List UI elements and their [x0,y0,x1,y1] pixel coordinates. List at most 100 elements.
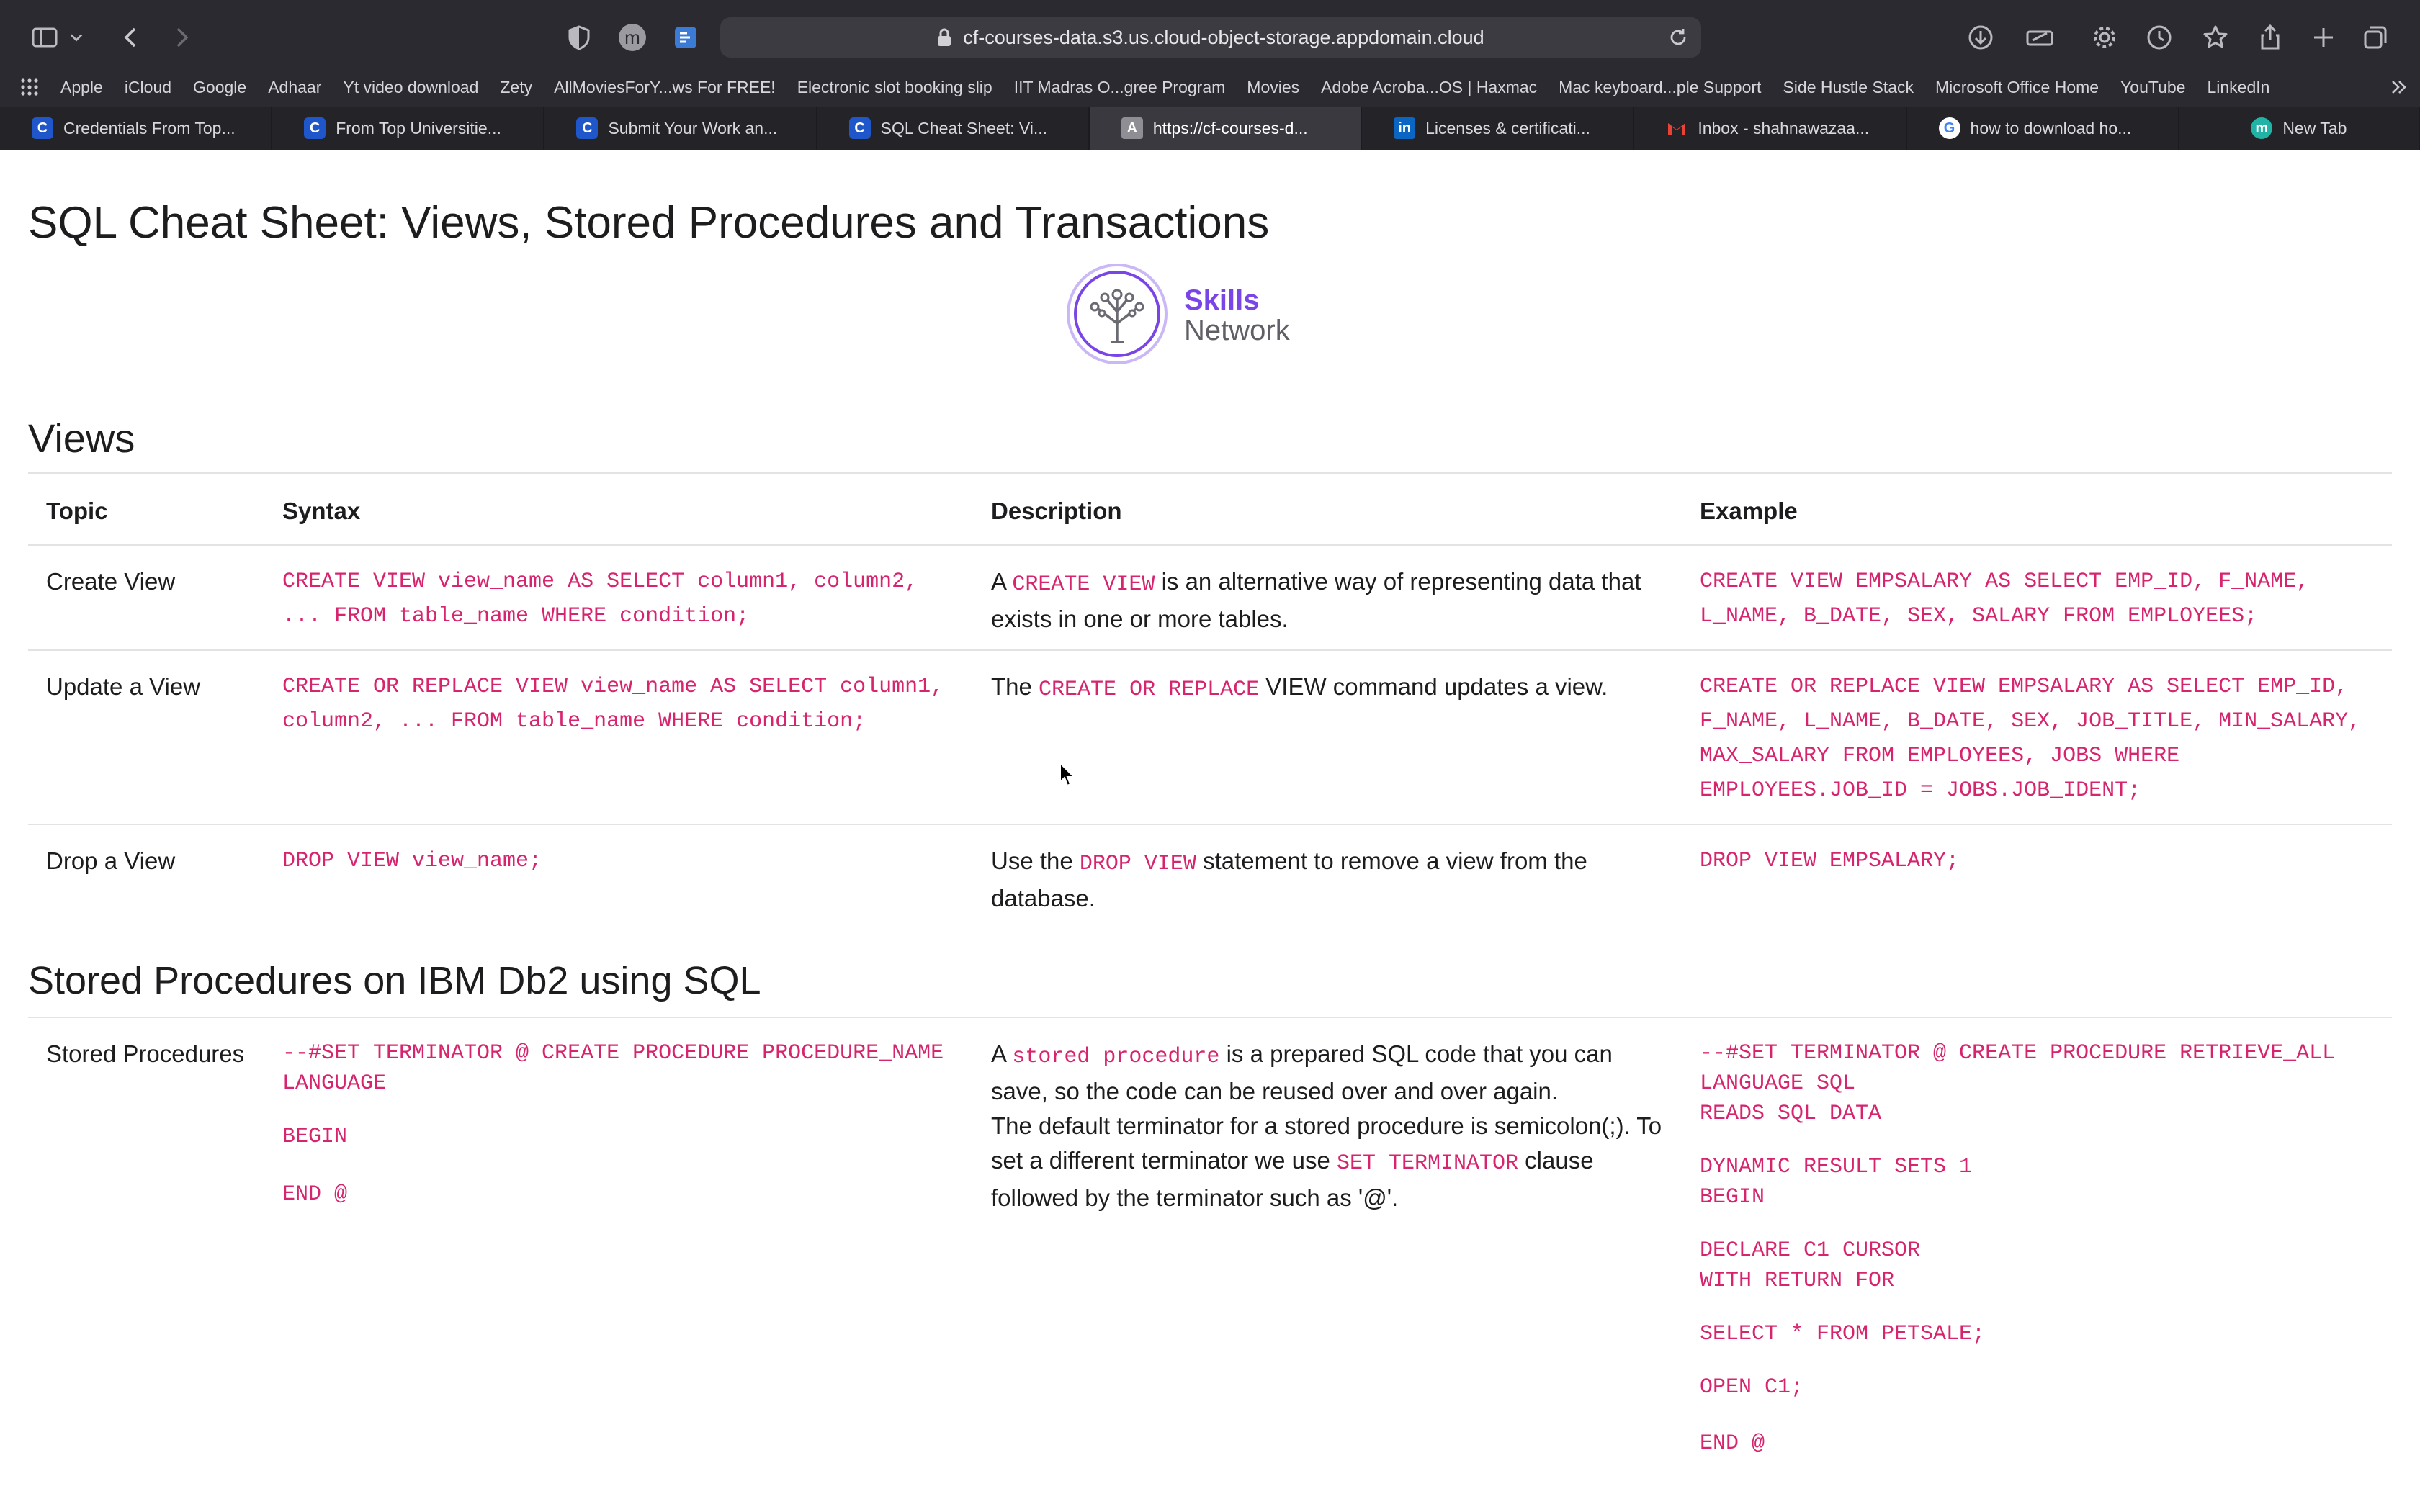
share-icon[interactable] [2251,19,2289,56]
bookmark-yt-video-download[interactable]: Yt video download [343,78,478,97]
chevron-double-right-icon[interactable] [2388,76,2410,98]
address-bar[interactable]: cf-courses-data.s3.us.cloud-object-stora… [720,17,1701,58]
description-paragraph: The default terminator for a stored proc… [991,1109,1675,1215]
description-paragraph: A stored procedure is a prepared SQL cod… [991,1037,1675,1109]
topic-cell: Drop a View [46,847,176,874]
lock-icon [938,28,951,46]
speedometer-icon[interactable] [2021,19,2058,56]
tab-label: https://cf-courses-d... [1152,118,1308,138]
bookmark-iit-madras[interactable]: IIT Madras O...gree Program [1014,78,1226,97]
table-row-divider [28,544,2392,546]
bookmark-electronic-slot[interactable]: Electronic slot booking slip [797,78,992,97]
tab-sql-cheat-sheet[interactable]: C SQL Cheat Sheet: Vi... [817,107,1090,150]
sidebar-toggle-icon[interactable] [26,19,63,56]
tab-submit-work[interactable]: C Submit Your Work an... [544,107,817,150]
bookmark-adobe[interactable]: Adobe Acroba...OS | Haxmac [1321,78,1537,97]
mouse-cursor-icon [1059,762,1076,787]
tab-label: how to download ho... [1970,118,2132,138]
tab-linkedin-licenses[interactable]: in Licenses & certificati... [1362,107,1635,150]
tab-credentials[interactable]: C Credentials From Top... [0,107,273,150]
gear-icon[interactable] [2086,19,2123,56]
apps-grid-icon[interactable] [20,78,39,96]
browser-toolbar: m cf-courses-data.s3.us.cloud-object-sto… [0,0,2420,75]
extension-icon[interactable] [667,19,704,56]
code-line: BEGIN [1700,1185,1765,1210]
topic-cell: Stored Procedures [46,1040,245,1067]
code-line: END @ [282,1182,348,1207]
tab-top-universities[interactable]: C From Top Universitie... [272,107,545,150]
back-icon[interactable] [112,19,150,56]
code-line: END @ [1700,1431,1765,1456]
tab-label: New Tab [2282,118,2347,138]
google-icon: G [1938,117,1960,139]
downloads-icon[interactable] [1962,19,1999,56]
bookmark-movies[interactable]: Movies [1247,78,1299,97]
bookmark-google[interactable]: Google [193,78,246,97]
new-tab-icon: m [2251,117,2273,139]
bookmark-youtube[interactable]: YouTube [2120,78,2185,97]
tab-label: SQL Cheat Sheet: Vi... [880,118,1048,138]
section-heading-stored-procedures: Stored Procedures on IBM Db2 using SQL [28,959,761,1002]
tab-strip: C Credentials From Top... C From Top Unive… [0,107,2420,150]
inline-code: SET TERMINATOR [1336,1151,1519,1176]
code-line: READS SQL DATA [1700,1102,1882,1126]
logo-text-skills: Skills [1184,284,1260,316]
coursera-icon: C [32,117,53,139]
url-text: cf-courses-data.s3.us.cloud-object-stora… [963,26,1484,48]
page-content: SQL Cheat Sheet: Views, Stored Procedure… [0,150,2420,1512]
linkedin-icon: in [1394,117,1416,139]
coursera-icon: C [848,117,871,139]
bookmark-linkedin[interactable]: LinkedIn [2207,78,2269,97]
tab-overview-icon[interactable] [2357,19,2394,56]
bookmark-side-hustle[interactable]: Side Hustle Stack [1783,78,1914,97]
example-cell: DROP VIEW EMPSALARY; [1700,849,1960,873]
profile-avatar[interactable]: m [614,19,651,56]
code-line: --#SET TERMINATOR @ CREATE PROCEDURE PRO… [282,1041,944,1066]
code-line: DYNAMIC RESULT SETS 1 [1700,1155,1973,1179]
bookmark-icloud[interactable]: iCloud [125,78,171,97]
skills-network-logo: Skills Network [1065,261,1309,369]
reload-icon[interactable] [1667,26,1690,49]
example-cell: CREATE VIEW EMPSALARY AS SELECT EMP_ID, … [1700,570,2310,629]
syntax-cell: CREATE OR REPLACE VIEW view_name AS SELE… [282,675,944,734]
page-title: SQL Cheat Sheet: Views, Stored Procedure… [28,198,1270,248]
bookmark-zety[interactable]: Zety [500,78,532,97]
column-header-example: Example [1700,498,1798,524]
star-icon[interactable] [2197,19,2234,56]
tab-new-tab[interactable]: m New Tab [2179,107,2420,150]
column-header-topic: Topic [46,498,108,524]
example-cell: --#SET TERMINATOR @ CREATE PROCEDURE RET… [1700,1038,2391,1459]
description-text: Use the [991,847,1080,874]
inline-code: CREATE OR REPLACE [1039,678,1260,702]
skills-network-tree-icon [1067,264,1168,364]
table-row-divider [28,824,2392,825]
example-cell: CREATE OR REPLACE VIEW EMPSALARY AS SELE… [1700,675,2362,803]
code-line: WITH RETURN FOR [1700,1269,1895,1293]
coursera-icon: C [576,117,599,139]
bookmark-microsoft-office[interactable]: Microsoft Office Home [1935,78,2099,97]
inline-code: CREATE VIEW [1012,572,1155,597]
bookmark-apple[interactable]: Apple [60,78,103,97]
tab-google-search[interactable]: Ghow to download ho... [1906,107,2179,150]
privacy-shield-icon[interactable] [560,19,598,56]
section-heading-views: Views [28,415,135,461]
forward-icon[interactable] [163,19,200,56]
history-icon[interactable] [2141,19,2178,56]
code-line: DECLARE C1 CURSOR [1700,1238,1921,1263]
bookmark-allmovies[interactable]: AllMoviesForY...ws For FREE! [554,78,776,97]
new-tab-plus-icon[interactable] [2305,19,2342,56]
chevron-down-icon[interactable] [63,19,89,56]
code-line: LANGUAGE SQL [1700,1071,1856,1096]
tab-gmail-inbox[interactable]: Inbox - shahnawazaa... [1634,107,1907,150]
logo-text-network: Network [1184,315,1290,346]
tab-active-cf-courses[interactable]: Ahttps://cf-courses-d... [1089,107,1363,150]
tab-label: Licenses & certificati... [1425,118,1590,138]
bookmark-adhaar[interactable]: Adhaar [268,78,321,97]
topic-cell: Update a View [46,673,201,700]
description-text: A [991,568,1013,595]
bookmark-mac-keyboard[interactable]: Mac keyboard...ple Support [1559,78,1761,97]
divider [28,472,2392,474]
tab-label: Submit Your Work an... [608,118,778,138]
description-cell: The CREATE OR REPLACE VIEW command updat… [991,670,1668,707]
code-line: BEGIN [282,1125,348,1149]
